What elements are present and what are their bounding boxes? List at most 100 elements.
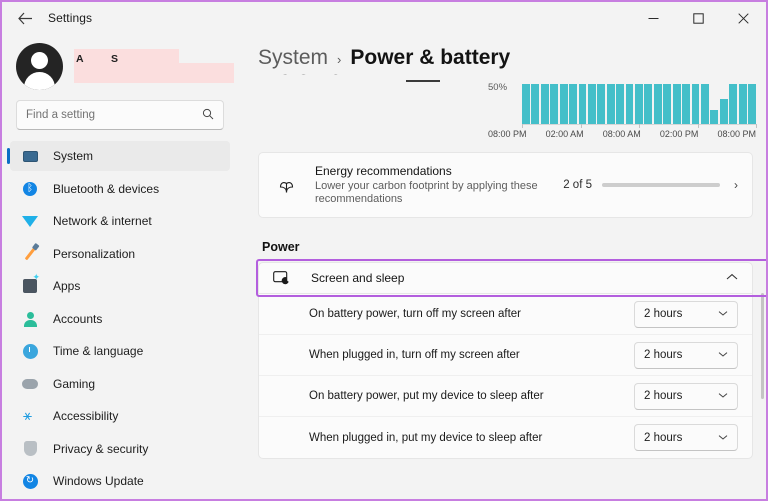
maximize-button[interactable] <box>676 2 721 34</box>
sidebar-item-windows-update[interactable]: ↻ Windows Update <box>10 466 230 496</box>
chart-bar <box>569 84 577 124</box>
energy-title: Energy recommendations <box>315 163 452 178</box>
chevron-down-icon <box>718 391 728 401</box>
breadcrumb-parent[interactable]: System <box>258 46 328 70</box>
chart-bar <box>738 84 747 124</box>
energy-subtitle: Lower your carbon footprint by applying … <box>315 179 538 206</box>
sidebar-item-gaming[interactable]: Gaming <box>10 369 230 399</box>
chart-y-label: 50% <box>488 82 508 93</box>
energy-text-block: Energy recommendations Lower your carbon… <box>315 164 563 207</box>
chart-bar <box>597 84 606 124</box>
chart-bar <box>672 84 681 124</box>
chart-tick <box>756 124 757 128</box>
chart-bar <box>587 84 596 124</box>
chart-tick <box>697 124 699 128</box>
chart-bar <box>540 84 549 124</box>
window-controls <box>631 2 766 34</box>
search-input[interactable] <box>26 109 202 121</box>
plugged-screen-off-dropdown[interactable]: 2 hours <box>634 341 738 369</box>
account-block[interactable]: A S <box>2 34 238 96</box>
accessibility-icon: ⚹ <box>23 406 33 424</box>
sidebar-item-label: Accessibility <box>53 409 119 423</box>
sidebar-item-label: Bluetooth & devices <box>53 181 160 196</box>
chart-x-tick-label: 08:00 PM <box>717 129 756 139</box>
screen-sleep-icon <box>273 271 295 285</box>
shield-icon <box>20 440 40 458</box>
close-button[interactable] <box>721 2 766 34</box>
screen-and-sleep-expander: Screen and sleep On battery power, turn … <box>256 259 766 459</box>
sidebar-item-label: Windows Update <box>53 474 144 488</box>
sidebar-item-label: Privacy & security <box>53 441 149 456</box>
battery-sleep-dropdown[interactable]: 2 hours <box>634 382 738 410</box>
breadcrumb-separator-icon: › <box>337 52 342 67</box>
dropdown-value: 2 hours <box>644 431 683 444</box>
redaction-block <box>74 63 234 83</box>
content-scrollbar[interactable] <box>761 120 764 497</box>
setting-row: When plugged in, turn off my screen afte… <box>259 335 752 376</box>
plugged-sleep-dropdown[interactable]: 2 hours <box>634 424 738 451</box>
dropdown-value: 2 hours <box>644 349 683 361</box>
sidebar-item-label: Apps <box>53 279 81 293</box>
battery-screen-off-dropdown[interactable]: 2 hours <box>634 300 738 328</box>
sidebar: A S System <box>2 34 238 499</box>
screen-and-sleep-header[interactable]: Screen and sleep <box>258 262 753 294</box>
chevron-down-icon <box>718 350 728 360</box>
battery-level-chart: 50% 08:00 PM 02:00 AM 08:00 AM 02:00 PM 08:0… <box>488 70 757 144</box>
chart-bar <box>701 84 709 124</box>
chart-bar <box>531 84 540 124</box>
chevron-down-glyph <box>718 352 728 357</box>
gamepad-icon <box>20 375 40 393</box>
account-name-area: A S <box>74 43 234 89</box>
scrollbar-thumb[interactable] <box>761 293 764 399</box>
search-icon <box>202 108 214 123</box>
chart-bar <box>663 84 672 124</box>
sidebar-item-accessibility[interactable]: ⚹ Accessibility <box>10 401 230 431</box>
monitor-icon <box>20 147 40 165</box>
close-icon <box>738 12 749 24</box>
breadcrumb: System › Power & battery <box>258 34 766 74</box>
sidebar-item-apps[interactable]: Apps <box>10 271 230 301</box>
chart-bar <box>625 84 634 124</box>
setting-row: When plugged in, put my device to sleep … <box>259 417 752 458</box>
back-arrow-glyph <box>17 12 32 24</box>
chevron-right-icon[interactable]: › <box>734 178 738 192</box>
chevron-down-icon <box>718 309 728 319</box>
energy-recommendations-card[interactable]: Energy recommendations Lower your carbon… <box>258 152 753 218</box>
sidebar-item-label: Network & internet <box>53 214 152 228</box>
chevron-down-glyph <box>718 393 728 398</box>
sidebar-item-privacy-security[interactable]: Privacy & security <box>10 434 230 464</box>
chevron-up-icon[interactable] <box>726 272 738 284</box>
content-pane: System › Power & battery 100% 50% 08:00 … <box>238 34 766 499</box>
bluetooth-icon: ᛒ <box>20 180 40 198</box>
search-glyph <box>202 108 214 119</box>
chart-bar <box>606 84 615 124</box>
sidebar-item-accounts[interactable]: Accounts <box>10 304 230 334</box>
sidebar-item-bluetooth-devices[interactable]: ᛒ Bluetooth & devices <box>10 174 230 204</box>
paintbrush-icon <box>20 245 40 263</box>
setting-row: On battery power, turn off my screen aft… <box>259 294 752 335</box>
network-icon <box>20 212 40 230</box>
search-box[interactable] <box>16 100 224 130</box>
sidebar-item-system[interactable]: System <box>7 141 230 171</box>
sidebar-item-personalization[interactable]: Personalization <box>10 239 230 269</box>
chart-bar <box>748 84 756 124</box>
settings-window: Settings A S Find a setting System ᛒ Blu… <box>0 0 768 501</box>
sidebar-item-time-language[interactable]: Time & language <box>10 336 230 366</box>
chart-bar <box>710 110 719 124</box>
chart-x-tick-label: 08:00 PM <box>488 129 527 139</box>
minimize-button[interactable] <box>631 2 676 34</box>
setting-label: When plugged in, turn off my screen afte… <box>309 349 520 361</box>
setting-row: On battery power, put my device to sleep… <box>259 376 752 417</box>
screen-sleep-glyph <box>273 271 289 285</box>
update-icon: ↻ <box>20 472 40 490</box>
back-arrow-icon[interactable] <box>10 3 40 33</box>
chart-bar <box>635 84 643 124</box>
chart-bar <box>559 84 568 124</box>
window-body: A S System <box>2 34 766 499</box>
clock-icon <box>20 342 40 360</box>
chart-bar <box>550 84 559 124</box>
chart-tick <box>639 124 640 128</box>
chart-x-tick-label: 02:00 AM <box>545 129 584 139</box>
sidebar-item-network-internet[interactable]: Network & internet <box>10 206 230 236</box>
sidebar-nav: System ᛒ Bluetooth & devices Network & i… <box>2 141 238 496</box>
